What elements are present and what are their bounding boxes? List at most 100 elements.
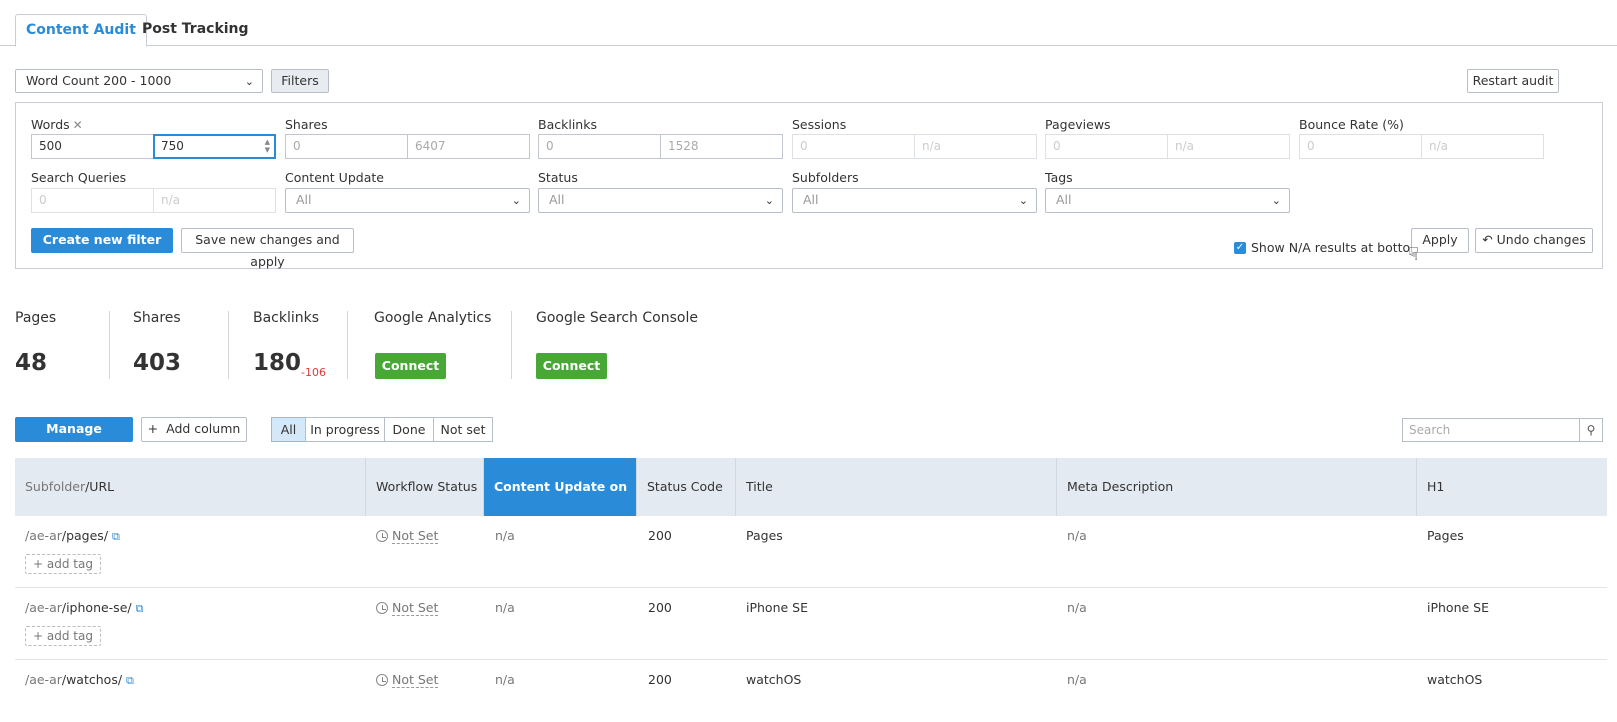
url-prefix: /ae-ar <box>25 600 62 615</box>
meta-cell: n/a <box>1067 600 1087 615</box>
workflow-status-label: Not Set <box>392 672 439 688</box>
tab-post-tracking[interactable]: Post Tracking <box>132 14 259 46</box>
col-title[interactable]: Title <box>736 458 1057 516</box>
workflow-status-label: Not Set <box>392 600 439 616</box>
backlinks-min-input[interactable]: 0 <box>538 134 661 159</box>
stepper-icon[interactable]: ▲ ▼ <box>265 138 270 154</box>
external-link-icon[interactable]: ⧉ <box>126 674 134 687</box>
add-column-button[interactable]: + Add column <box>141 417 247 442</box>
segment-in-progress[interactable]: In progress <box>305 417 385 442</box>
url-prefix: /ae-ar <box>25 528 62 543</box>
status-code-cell: 200 <box>648 528 672 543</box>
shares-min-input[interactable]: 0 <box>285 134 408 159</box>
url-cell[interactable]: /ae-ar/iphone-se/ ⧉ <box>25 600 143 616</box>
words-max-value: 750 <box>161 139 184 153</box>
table-row: /ae-ar/watchos/⧉ Not Set n/a 200 watchOS… <box>15 660 1607 722</box>
status-select[interactable]: All ⌄ <box>538 188 783 213</box>
subfolders-select[interactable]: All ⌄ <box>792 188 1037 213</box>
manage-columns-button[interactable]: Manage columns <box>15 417 133 458</box>
gsc-connect-button[interactable]: Connect <box>536 353 607 379</box>
content-update-select[interactable]: All ⌄ <box>285 188 530 213</box>
pageviews-label: Pageviews <box>1045 117 1111 132</box>
col-h1[interactable]: H1 <box>1417 458 1607 516</box>
status-code-cell: 200 <box>648 672 672 687</box>
tab-content-audit[interactable]: Content Audit <box>15 14 147 47</box>
add-tag-button[interactable]: + add tag <box>25 626 101 646</box>
filters-button[interactable]: Filters <box>271 69 329 93</box>
show-na-checkbox[interactable]: ✓ <box>1234 242 1246 254</box>
subfolders-label: Subfolders <box>792 170 859 185</box>
col-status-code[interactable]: Status Code <box>637 458 736 516</box>
plus-icon: + <box>147 421 159 436</box>
subfolder-header-label: Subfolder <box>25 479 86 494</box>
divider <box>228 311 229 379</box>
h1-cell: iPhone SE <box>1427 600 1489 615</box>
status-label: Status <box>538 170 578 185</box>
external-link-icon[interactable]: ⧉ <box>112 530 120 543</box>
restart-audit-button[interactable]: Restart audit <box>1467 69 1559 93</box>
apply-button[interactable]: Apply <box>1411 228 1469 253</box>
shares-label: Shares <box>285 117 328 132</box>
col-content-update[interactable]: Content Update on ⇵ <box>484 458 637 552</box>
words-label: Words ✕ <box>31 117 83 132</box>
add-tag-button[interactable]: + add tag <box>25 554 101 574</box>
title-cell: watchOS <box>746 672 802 687</box>
close-icon[interactable]: ✕ <box>73 118 83 132</box>
undo-changes-button[interactable]: ↶ Undo changes <box>1475 228 1593 253</box>
sessions-min-input[interactable]: 0 <box>792 134 915 159</box>
meta-cell: n/a <box>1067 672 1087 687</box>
divider <box>109 311 110 379</box>
words-max-input[interactable]: 750 ▲ ▼ <box>153 134 276 159</box>
backlinks-stat-value: 180 <box>253 350 302 376</box>
shares-max-input[interactable]: 6407 <box>407 134 530 159</box>
workflow-status[interactable]: Not Set <box>376 672 439 688</box>
url-cell[interactable]: /ae-ar/watchos/⧉ <box>25 672 134 688</box>
clock-icon <box>376 602 388 614</box>
pageviews-max-input[interactable]: n/a <box>1167 134 1290 159</box>
undo-icon: ↶ <box>1482 232 1493 247</box>
tags-select[interactable]: All ⌄ <box>1045 188 1290 213</box>
content-update-cell: n/a <box>495 600 515 615</box>
col-workflow-status[interactable]: Workflow Status <box>366 458 484 516</box>
clock-icon <box>376 674 388 686</box>
save-and-apply-button[interactable]: Save new changes and apply <box>181 228 354 269</box>
bounce-rate-max-input[interactable]: n/a <box>1421 134 1544 159</box>
words-min-input[interactable]: 500 <box>31 134 154 159</box>
search-queries-max-input[interactable]: n/a <box>153 188 276 213</box>
tags-label: Tags <box>1045 170 1073 185</box>
segment-all[interactable]: All <box>271 417 306 442</box>
col-meta-description[interactable]: Meta Description <box>1057 458 1417 516</box>
table-header: Subfolder/URL Workflow Status Content Up… <box>15 458 1607 552</box>
shares-stat-value: 403 <box>133 350 182 376</box>
col-subfolder-url[interactable]: Subfolder/URL <box>15 458 366 516</box>
subfolders-value: All <box>803 192 819 207</box>
workflow-status[interactable]: Not Set <box>376 528 439 544</box>
status-value: All <box>549 192 565 207</box>
divider <box>347 311 348 379</box>
backlinks-stat-label: Backlinks <box>253 310 320 326</box>
create-filter-view-button[interactable]: Create new filter view <box>31 228 173 269</box>
backlinks-max-input[interactable]: 1528 <box>660 134 783 159</box>
title-cell: Pages <box>746 528 783 543</box>
sessions-max-input[interactable]: n/a <box>914 134 1037 159</box>
segment-not-set[interactable]: Not set <box>433 417 493 442</box>
filter-view-select[interactable]: Word Count 200 - 1000 ⌄ <box>15 69 263 93</box>
ga-connect-button[interactable]: Connect <box>375 353 446 379</box>
workflow-status[interactable]: Not Set <box>376 600 439 616</box>
chevron-down-icon: ⌄ <box>511 194 521 207</box>
search-input[interactable]: Search <box>1402 418 1580 442</box>
segment-done[interactable]: Done <box>384 417 434 442</box>
table-row: /ae-ar/pages/⧉ + add tag Not Set n/a 200… <box>15 516 1607 588</box>
external-link-icon[interactable]: ⧉ <box>136 602 144 615</box>
search-queries-min-input[interactable]: 0 <box>31 188 154 213</box>
chevron-down-icon: ⌄ <box>1271 194 1281 207</box>
pageviews-min-input[interactable]: 0 <box>1045 134 1168 159</box>
content-update-label: Content Update <box>285 170 384 185</box>
url-path: /watchos/ <box>61 672 123 687</box>
chevron-down-icon: ⌄ <box>244 75 254 88</box>
table-row: /ae-ar/iphone-se/ ⧉ + add tag Not Set n/a… <box>15 588 1607 660</box>
search-icon[interactable]: ⚲ <box>1579 418 1603 442</box>
bounce-rate-min-input[interactable]: 0 <box>1299 134 1422 159</box>
chevron-down-icon: ⌄ <box>764 194 774 207</box>
url-cell[interactable]: /ae-ar/pages/⧉ <box>25 528 120 544</box>
